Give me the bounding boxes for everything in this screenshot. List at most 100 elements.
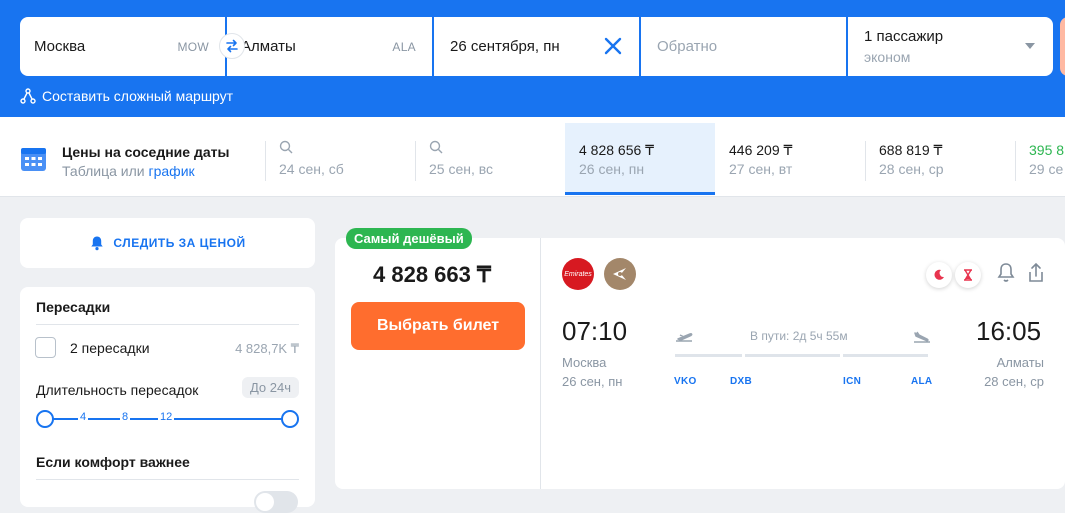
- or-text: или: [116, 163, 149, 179]
- slider-tick: 12: [158, 411, 175, 423]
- date-cell-day: 26 сен, пн: [579, 161, 645, 177]
- origin-field[interactable]: Москва MOW: [20, 17, 245, 76]
- date-cell-29[interactable]: 395 8 29 се: [1015, 123, 1065, 195]
- divider: [415, 141, 416, 181]
- return-placeholder: Обратно: [657, 38, 718, 55]
- bell-icon: [91, 236, 104, 251]
- comfort-title: Если комфорт важнее: [36, 454, 190, 470]
- date-cell-day: 24 сен, сб: [279, 161, 344, 177]
- transfers-title: Пересадки: [36, 299, 111, 315]
- chart-link[interactable]: график: [149, 163, 195, 179]
- table-link[interactable]: Таблица: [62, 163, 117, 179]
- night-flight-icon: [926, 262, 952, 288]
- return-date-field[interactable]: Обратно: [641, 17, 846, 76]
- departure-time: 07:10: [562, 316, 628, 346]
- search-button[interactable]: [1060, 17, 1065, 76]
- calendar-icon: [20, 145, 47, 177]
- complex-route-label: Составить сложный маршрут: [42, 88, 234, 104]
- hourglass-icon: [955, 262, 981, 288]
- bell-icon[interactable]: [996, 262, 1016, 289]
- airline-logo-scat: [604, 258, 636, 290]
- buy-ticket-button[interactable]: Выбрать билет: [351, 302, 525, 350]
- date-cell-28[interactable]: 688 819 ₸ 28 сен, ср: [865, 123, 1015, 195]
- arrival-date: 28 сен, ср: [984, 374, 1044, 389]
- date-cell-24[interactable]: 24 сен, сб: [265, 123, 415, 195]
- stop-code: ALA: [911, 376, 933, 387]
- toggle-knob: [256, 493, 274, 511]
- date-cell-day: 28 сен, ср: [879, 161, 944, 177]
- date-cell-day: 29 се: [1029, 161, 1064, 177]
- destination-city: Алматы: [241, 38, 296, 55]
- departure-date-value: 26 сентября, пн: [450, 38, 560, 55]
- date-cell-27[interactable]: 446 209 ₸ 27 сен, вт: [715, 123, 865, 195]
- destination-field[interactable]: Алматы ALA: [227, 17, 432, 76]
- slider-min-handle[interactable]: [36, 410, 54, 428]
- share-icon[interactable]: [1026, 262, 1046, 289]
- chevron-down-icon: [1025, 43, 1035, 49]
- takeoff-icon: [675, 330, 693, 348]
- divider: [1015, 141, 1016, 181]
- arrival-time: 16:05: [976, 316, 1042, 346]
- date-cell-25[interactable]: 25 сен, вс: [415, 123, 565, 195]
- route-segment: [675, 354, 742, 357]
- stop-code: VKO: [674, 376, 697, 387]
- stop-code: DXB: [730, 376, 753, 387]
- departure-city: Москва: [562, 355, 607, 370]
- search-form: Москва MOW Алматы ALA 26 сентября, пн Об…: [20, 17, 1053, 76]
- route-segment: [843, 354, 928, 357]
- flight-duration: В пути: 2д 5ч 55м: [750, 329, 848, 343]
- transfers-checkbox[interactable]: [35, 337, 56, 358]
- nearby-dates-strip: Цены на соседние даты Таблица или график…: [0, 117, 1065, 197]
- airline-logo-emirates: Emirates: [562, 258, 594, 290]
- divider: [36, 324, 299, 325]
- date-cell-26-selected[interactable]: 4 828 656 ₸ 26 сен, пн: [565, 123, 715, 195]
- date-cell-price: 4 828 656 ₸: [579, 142, 655, 158]
- swap-icon[interactable]: [219, 33, 245, 59]
- transfers-option-label: 2 пересадки: [70, 340, 150, 356]
- nearby-dates-links: Таблица или график: [62, 163, 195, 179]
- transfers-option-price: 4 828,7K ₸: [235, 341, 299, 356]
- arrival-city: Алматы: [996, 355, 1044, 370]
- route-icon: [20, 88, 36, 104]
- date-cell-price: 688 819 ₸: [879, 142, 943, 158]
- airline-logo-text: Emirates: [564, 270, 592, 278]
- duration-slider[interactable]: 4 8 12: [36, 407, 299, 431]
- slider-tick: 8: [120, 411, 131, 423]
- nearby-dates-title: Цены на соседние даты: [62, 144, 230, 160]
- landing-icon: [913, 330, 931, 348]
- comfort-toggle[interactable]: [254, 491, 298, 513]
- date-cell-day: 25 сен, вс: [429, 161, 494, 177]
- date-cell-day: 27 сен, вт: [729, 161, 793, 177]
- search-icon: [279, 140, 293, 159]
- duration-title: Длительность пересадок: [36, 382, 199, 398]
- search-header: Москва MOW Алматы ALA 26 сентября, пн Об…: [0, 0, 1065, 117]
- passengers-select[interactable]: 1 пассажир эконом: [848, 17, 1053, 76]
- watch-price-button[interactable]: СЛЕДИТЬ ЗА ЦЕНОЙ: [20, 218, 315, 268]
- cheapest-badge: Самый дешёвый: [346, 228, 472, 249]
- ticket-price: 4 828 663 ₸: [373, 262, 491, 287]
- passenger-count: 1 пассажир: [864, 28, 944, 45]
- date-cell-price: 446 209 ₸: [729, 142, 793, 158]
- complex-route-link[interactable]: Составить сложный маршрут: [20, 88, 233, 104]
- destination-code: ALA: [392, 40, 416, 54]
- cabin-class: эконом: [864, 49, 911, 65]
- route-segment: [745, 354, 840, 357]
- close-icon[interactable]: [603, 36, 623, 56]
- slider-max-handle[interactable]: [281, 410, 299, 428]
- slider-tick: 4: [78, 411, 89, 423]
- divider: [36, 479, 299, 480]
- origin-city: Москва: [34, 38, 86, 55]
- origin-code: MOW: [177, 40, 209, 54]
- watch-price-label: СЛЕДИТЬ ЗА ЦЕНОЙ: [113, 236, 246, 250]
- departure-date-field[interactable]: 26 сентября, пн: [434, 17, 639, 76]
- stop-code: ICN: [843, 376, 862, 387]
- departure-date: 26 сен, пн: [562, 374, 623, 389]
- divider: [540, 238, 541, 489]
- divider: [265, 141, 266, 181]
- divider: [865, 141, 866, 181]
- search-icon: [429, 140, 443, 159]
- date-cell-price: 395 8: [1029, 142, 1065, 158]
- selected-indicator: [565, 192, 715, 195]
- duration-badge: До 24ч: [241, 377, 299, 398]
- filters-panel: Пересадки 2 пересадки 4 828,7K ₸ Длитель…: [20, 287, 315, 513]
